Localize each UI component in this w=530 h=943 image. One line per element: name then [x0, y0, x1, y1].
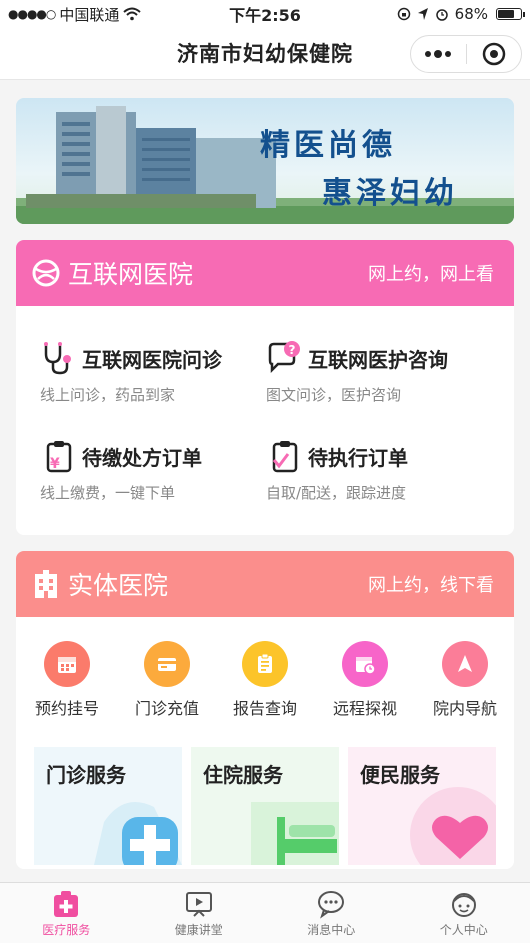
- hospital-banner[interactable]: 精医尚德 惠泽妇幼: [16, 98, 514, 224]
- service-pending-execution[interactable]: 待执行订单 自取/配送，跟踪进度: [266, 438, 496, 503]
- banner-slogan-1: 精医尚德: [260, 128, 396, 163]
- service-online-consult[interactable]: 互联网医院问诊 线上问诊，药品到家: [40, 340, 270, 405]
- message-icon: [318, 890, 345, 919]
- internet-hospital-header[interactable]: 互联网医院 网上约，网上看: [16, 240, 514, 306]
- more-dots-icon: [425, 50, 452, 58]
- calendar-icon: [44, 641, 90, 687]
- medical-box-icon: [54, 890, 79, 917]
- chat-question-icon: ?: [268, 341, 300, 374]
- quick-report[interactable]: 报告查询: [220, 641, 310, 719]
- tab-label: 消息中心: [307, 922, 356, 937]
- tab-personal-center[interactable]: 个人中心: [398, 883, 530, 943]
- tile-inpatient-service[interactable]: 住院服务: [191, 747, 339, 865]
- quick-label: 院内导航: [432, 699, 497, 718]
- tab-label: 个人中心: [439, 922, 488, 937]
- tab-health-lecture[interactable]: 健康讲堂: [133, 883, 266, 943]
- internet-globe-icon: [32, 259, 60, 287]
- mini-program-capsule: [410, 35, 522, 73]
- service-name: 互联网医院问诊: [82, 347, 222, 372]
- service-name: 待执行订单: [308, 445, 408, 470]
- target-circle-icon: [482, 42, 505, 66]
- navigation-icon: [442, 641, 488, 687]
- stethoscope-icon: [44, 342, 71, 375]
- calendar-clock-icon: [342, 641, 388, 687]
- quick-label: 门诊充值: [134, 699, 199, 718]
- card-icon: [144, 641, 190, 687]
- user-face-icon: [451, 892, 476, 917]
- battery-percent: 68%: [454, 5, 488, 23]
- tile-outpatient-service[interactable]: 门诊服务: [34, 747, 182, 865]
- tile-convenience-service[interactable]: 便民服务: [348, 747, 496, 865]
- quick-label: 预约挂号: [34, 699, 99, 718]
- quick-label: 报告查询: [232, 699, 297, 718]
- report-icon: [242, 641, 288, 687]
- physical-hospital-title: 实体医院: [68, 571, 169, 600]
- quick-navigation[interactable]: 院内导航: [420, 641, 510, 719]
- tab-label: 医疗服务: [42, 922, 91, 937]
- tab-medical-service[interactable]: 医疗服务: [0, 883, 133, 943]
- hospital-building-icon: [32, 570, 60, 598]
- bottom-tab-bar: 医疗服务 健康讲堂 消息中心 个人中心: [0, 882, 530, 943]
- status-bar: ●●●●○ 中国联通 下午2:56 68%: [0, 0, 530, 28]
- quick-recharge[interactable]: 门诊充值: [122, 641, 212, 719]
- internet-hospital-subtitle: 网上约，网上看: [368, 264, 494, 285]
- banner-slogan-2: 惠泽妇幼: [322, 176, 458, 211]
- internet-hospital-card: 互联网医院 网上约，网上看 互联网医院问诊 线上问诊，药品到家 ? 互联网医护咨…: [16, 240, 514, 535]
- bed-icon: [251, 802, 339, 865]
- svg-text:?: ?: [289, 343, 296, 357]
- close-mini-program-button[interactable]: [467, 36, 522, 72]
- yuan-clipboard-icon: ¥: [46, 441, 72, 473]
- carrier-label: 中国联通: [59, 5, 120, 24]
- location-icon: [417, 8, 428, 20]
- physical-hospital-subtitle: 网上约，线下看: [368, 575, 494, 596]
- service-nurse-consult[interactable]: ? 互联网医护咨询 图文问诊，医护咨询: [266, 340, 496, 405]
- medical-cross-icon: [94, 802, 182, 865]
- physical-hospital-card: 实体医院 网上约，线下看 预约挂号 门诊充值 报告查询 远程探视 院内导航 门诊…: [16, 551, 514, 869]
- service-name: 互联网医护咨询: [308, 347, 448, 372]
- alarm-icon: [435, 9, 448, 21]
- quick-remote-visit[interactable]: 远程探视: [320, 641, 410, 719]
- play-screen-icon: [185, 891, 212, 917]
- heart-icon: [410, 787, 496, 865]
- status-time: 下午2:56: [229, 6, 301, 25]
- service-desc: 线上问诊，药品到家: [40, 386, 176, 404]
- svg-text:¥: ¥: [50, 456, 60, 472]
- physical-hospital-header[interactable]: 实体医院 网上约，线下看: [16, 551, 514, 617]
- tab-label: 健康讲堂: [174, 922, 223, 937]
- battery-icon: [496, 8, 525, 20]
- more-button[interactable]: [411, 36, 466, 72]
- wifi-icon: [123, 7, 142, 21]
- internet-hospital-title: 互联网医院: [68, 260, 194, 289]
- quick-appointment[interactable]: 预约挂号: [22, 641, 112, 719]
- service-desc: 图文问诊，医护咨询: [266, 386, 402, 404]
- service-desc: 线上缴费，一键下单: [40, 484, 176, 502]
- navigation-bar: 济南市妇幼保健院: [0, 28, 530, 80]
- service-desc: 自取/配送，跟踪进度: [266, 484, 407, 502]
- check-clipboard-icon: [272, 441, 298, 473]
- lock-rotation-icon: [397, 7, 410, 21]
- signal-icon: ●●●●○: [8, 7, 56, 21]
- tab-message-center[interactable]: 消息中心: [265, 883, 398, 943]
- quick-label: 远程探视: [332, 699, 397, 718]
- service-name: 待缴处方订单: [82, 445, 202, 470]
- service-pending-prescription[interactable]: ¥ 待缴处方订单 线上缴费，一键下单: [40, 438, 270, 503]
